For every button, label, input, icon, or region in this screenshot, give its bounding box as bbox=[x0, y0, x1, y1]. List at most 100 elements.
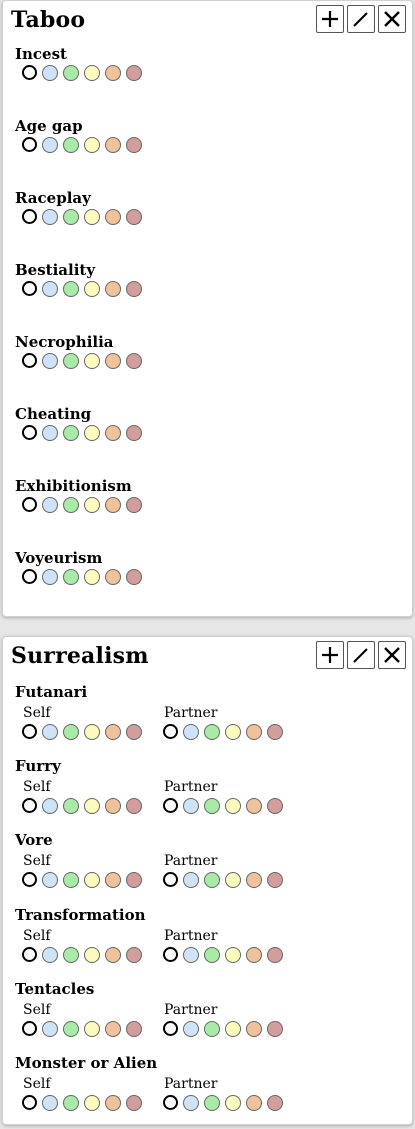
choice-circle-5[interactable] bbox=[267, 946, 283, 963]
choice-circle-5[interactable] bbox=[126, 353, 142, 369]
choice-circle-4[interactable] bbox=[105, 946, 121, 963]
choice-circle-0[interactable] bbox=[22, 946, 37, 962]
choice-circle-2[interactable] bbox=[63, 798, 79, 815]
choice-circle-4[interactable] bbox=[246, 798, 262, 815]
choice-circle-0[interactable] bbox=[22, 425, 37, 440]
choice-circle-5[interactable] bbox=[126, 65, 142, 81]
choice-circle-5[interactable] bbox=[126, 209, 142, 225]
add-button[interactable] bbox=[316, 641, 344, 669]
choice-circle-2[interactable] bbox=[63, 497, 79, 513]
choice-circle-3[interactable] bbox=[84, 872, 100, 889]
choice-circle-1[interactable] bbox=[42, 497, 58, 513]
choice-circle-5[interactable] bbox=[267, 1095, 283, 1111]
choice-circle-4[interactable] bbox=[105, 209, 121, 225]
choice-circle-1[interactable] bbox=[42, 569, 58, 585]
choice-circle-1[interactable] bbox=[42, 798, 58, 815]
choice-circle-1[interactable] bbox=[42, 724, 58, 740]
choice-circle-4[interactable] bbox=[246, 946, 262, 963]
choice-circle-3[interactable] bbox=[84, 1020, 100, 1037]
choice-circle-2[interactable] bbox=[63, 137, 79, 153]
choice-circle-5[interactable] bbox=[126, 798, 142, 815]
choice-circle-3[interactable] bbox=[84, 569, 100, 585]
choice-circle-5[interactable] bbox=[267, 798, 283, 815]
choice-circle-3[interactable] bbox=[84, 1095, 100, 1111]
delete-button[interactable] bbox=[378, 5, 406, 33]
delete-button[interactable] bbox=[378, 641, 406, 669]
choice-circle-1[interactable] bbox=[42, 1020, 58, 1037]
choice-circle-4[interactable] bbox=[105, 281, 121, 297]
choice-circle-4[interactable] bbox=[105, 65, 121, 81]
choice-circle-1[interactable] bbox=[42, 353, 58, 369]
add-button[interactable] bbox=[316, 5, 344, 33]
choice-circle-2[interactable] bbox=[204, 724, 220, 740]
choice-circle-0[interactable] bbox=[163, 1020, 178, 1036]
choice-circle-4[interactable] bbox=[246, 872, 262, 889]
choice-circle-3[interactable] bbox=[225, 1020, 241, 1037]
choice-circle-2[interactable] bbox=[63, 209, 79, 225]
choice-circle-3[interactable] bbox=[84, 798, 100, 815]
choice-circle-1[interactable] bbox=[183, 798, 199, 815]
choice-circle-4[interactable] bbox=[105, 724, 121, 740]
choice-circle-5[interactable] bbox=[126, 872, 142, 889]
choice-circle-3[interactable] bbox=[225, 724, 241, 740]
choice-circle-2[interactable] bbox=[204, 872, 220, 889]
choice-circle-2[interactable] bbox=[63, 353, 79, 369]
choice-circle-3[interactable] bbox=[84, 353, 100, 369]
choice-circle-1[interactable] bbox=[183, 724, 199, 740]
choice-circle-4[interactable] bbox=[105, 872, 121, 889]
choice-circle-2[interactable] bbox=[63, 1095, 79, 1111]
edit-button[interactable] bbox=[347, 5, 375, 33]
choice-circle-0[interactable] bbox=[163, 798, 178, 814]
choice-circle-5[interactable] bbox=[126, 1095, 142, 1111]
choice-circle-1[interactable] bbox=[183, 872, 199, 889]
choice-circle-4[interactable] bbox=[105, 1020, 121, 1037]
choice-circle-0[interactable] bbox=[22, 281, 37, 296]
choice-circle-3[interactable] bbox=[225, 1095, 241, 1111]
choice-circle-0[interactable] bbox=[22, 137, 37, 152]
choice-circle-0[interactable] bbox=[22, 353, 37, 368]
choice-circle-3[interactable] bbox=[84, 946, 100, 963]
choice-circle-0[interactable] bbox=[22, 872, 37, 888]
choice-circle-2[interactable] bbox=[63, 569, 79, 585]
choice-circle-3[interactable] bbox=[84, 281, 100, 297]
choice-circle-3[interactable] bbox=[225, 798, 241, 815]
choice-circle-0[interactable] bbox=[163, 946, 178, 962]
choice-circle-4[interactable] bbox=[105, 497, 121, 513]
choice-circle-4[interactable] bbox=[105, 1095, 121, 1111]
choice-circle-0[interactable] bbox=[22, 65, 37, 80]
choice-circle-2[interactable] bbox=[204, 1020, 220, 1037]
choice-circle-4[interactable] bbox=[105, 425, 121, 441]
choice-circle-3[interactable] bbox=[84, 497, 100, 513]
choice-circle-1[interactable] bbox=[42, 281, 58, 297]
choice-circle-1[interactable] bbox=[183, 946, 199, 963]
choice-circle-5[interactable] bbox=[126, 425, 142, 441]
choice-circle-0[interactable] bbox=[22, 798, 37, 814]
choice-circle-3[interactable] bbox=[84, 65, 100, 81]
choice-circle-0[interactable] bbox=[22, 724, 37, 739]
choice-circle-1[interactable] bbox=[42, 946, 58, 963]
choice-circle-1[interactable] bbox=[42, 209, 58, 225]
choice-circle-0[interactable] bbox=[163, 1095, 178, 1110]
choice-circle-0[interactable] bbox=[22, 497, 37, 512]
choice-circle-5[interactable] bbox=[126, 497, 142, 513]
choice-circle-3[interactable] bbox=[84, 724, 100, 740]
choice-circle-5[interactable] bbox=[126, 946, 142, 963]
choice-circle-5[interactable] bbox=[126, 569, 142, 585]
choice-circle-2[interactable] bbox=[63, 281, 79, 297]
choice-circle-1[interactable] bbox=[42, 65, 58, 81]
choice-circle-3[interactable] bbox=[225, 946, 241, 963]
choice-circle-0[interactable] bbox=[22, 1095, 37, 1110]
choice-circle-5[interactable] bbox=[267, 872, 283, 889]
choice-circle-1[interactable] bbox=[183, 1095, 199, 1111]
choice-circle-3[interactable] bbox=[225, 872, 241, 889]
choice-circle-2[interactable] bbox=[63, 425, 79, 441]
choice-circle-2[interactable] bbox=[63, 946, 79, 963]
choice-circle-4[interactable] bbox=[105, 353, 121, 369]
choice-circle-4[interactable] bbox=[246, 724, 262, 740]
choice-circle-1[interactable] bbox=[42, 425, 58, 441]
choice-circle-4[interactable] bbox=[105, 569, 121, 585]
choice-circle-5[interactable] bbox=[267, 1020, 283, 1037]
choice-circle-0[interactable] bbox=[163, 724, 178, 739]
choice-circle-3[interactable] bbox=[84, 209, 100, 225]
choice-circle-2[interactable] bbox=[63, 1020, 79, 1037]
